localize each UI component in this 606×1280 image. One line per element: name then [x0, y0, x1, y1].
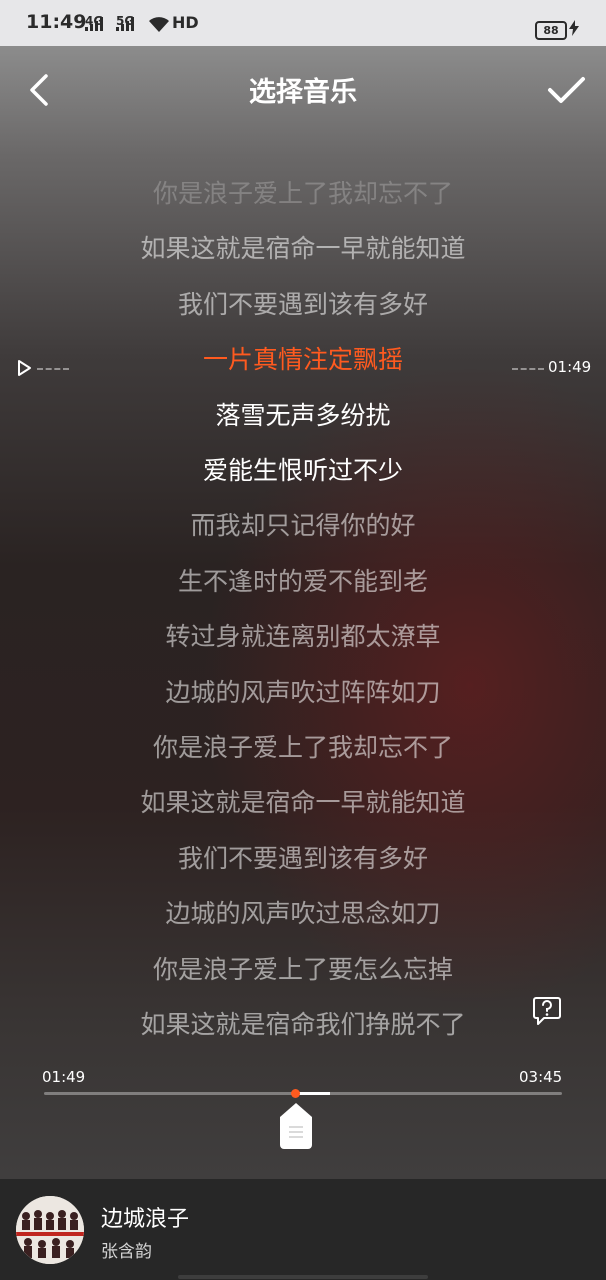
play-from-line-icon[interactable]: [14, 358, 34, 378]
signal-icon: [85, 17, 103, 31]
album-cover[interactable]: [16, 1196, 84, 1264]
current-time: 01:49: [42, 1068, 86, 1086]
signal-icon-2: [116, 17, 134, 31]
status-bar: 11:49 4G 5G HD 88: [0, 0, 606, 46]
charging-icon: [569, 20, 579, 36]
playhead[interactable]: [290, 1089, 300, 1098]
top-bar: 选择音乐: [0, 46, 606, 136]
song-artist: 张含韵: [101, 1242, 152, 1262]
music-picker-screen: 选择音乐 你是浪子爱上了我却忘不了 如果这就是宿命一早就能知道 我们不要遇到该有多好…: [0, 46, 606, 1179]
page-title: 选择音乐: [249, 77, 357, 108]
lyric-line[interactable]: 落雪无声多纷扰: [0, 396, 606, 436]
seek-time-label: 01:49: [548, 358, 592, 376]
lyric-line[interactable]: 转过身就连离别都太潦草: [0, 617, 606, 657]
lyric-line[interactable]: 我们不要遇到该有多好: [0, 839, 606, 879]
battery-icon: 88: [535, 21, 567, 40]
song-title: 边城浪子: [101, 1207, 190, 1232]
lyric-line[interactable]: 如果这就是宿命我们挣脱不了: [0, 1005, 606, 1045]
lyric-line[interactable]: 如果这就是宿命一早就能知道: [0, 783, 606, 823]
seek-line-left: [37, 368, 69, 370]
lyric-feedback-button[interactable]: [532, 995, 562, 1027]
confirm-button[interactable]: [543, 68, 589, 112]
lyric-line[interactable]: 你是浪子爱上了我却忘不了: [0, 728, 606, 768]
wifi-label: HD: [172, 13, 199, 32]
lyric-line[interactable]: 我们不要遇到该有多好: [0, 285, 606, 325]
lyric-line[interactable]: 爱能生恨听过不少: [0, 451, 606, 491]
drag-handle[interactable]: [278, 1101, 314, 1151]
lyric-line[interactable]: 边城的风声吹过阵阵如刀: [0, 673, 606, 713]
now-playing-bar: 边城浪子 张含韵: [0, 1179, 606, 1280]
lyric-line[interactable]: 你是浪子爱上了要怎么忘掉: [0, 950, 606, 990]
question-bubble-icon: [533, 997, 561, 1025]
lyric-line[interactable]: 如果这就是宿命一早就能知道: [0, 229, 606, 269]
lyric-line[interactable]: 而我却只记得你的好: [0, 506, 606, 546]
checkmark-icon: [548, 77, 585, 103]
album-art-image: [16, 1196, 84, 1264]
lyric-line[interactable]: 你是浪子爱上了我却忘不了: [0, 174, 606, 214]
total-time: 03:45: [519, 1068, 563, 1086]
status-time: 11:49: [26, 11, 87, 33]
wifi-icon: [149, 17, 169, 32]
lyric-line-current[interactable]: 一片真情注定飘摇: [0, 340, 606, 380]
lyric-line[interactable]: 边城的风声吹过思念如刀: [0, 894, 606, 934]
seek-line-right: [512, 368, 544, 370]
lyric-line[interactable]: 生不逢时的爱不能到老: [0, 562, 606, 602]
home-indicator: [178, 1275, 428, 1279]
selected-range: [294, 1092, 330, 1095]
progress-bar[interactable]: [44, 1089, 562, 1098]
